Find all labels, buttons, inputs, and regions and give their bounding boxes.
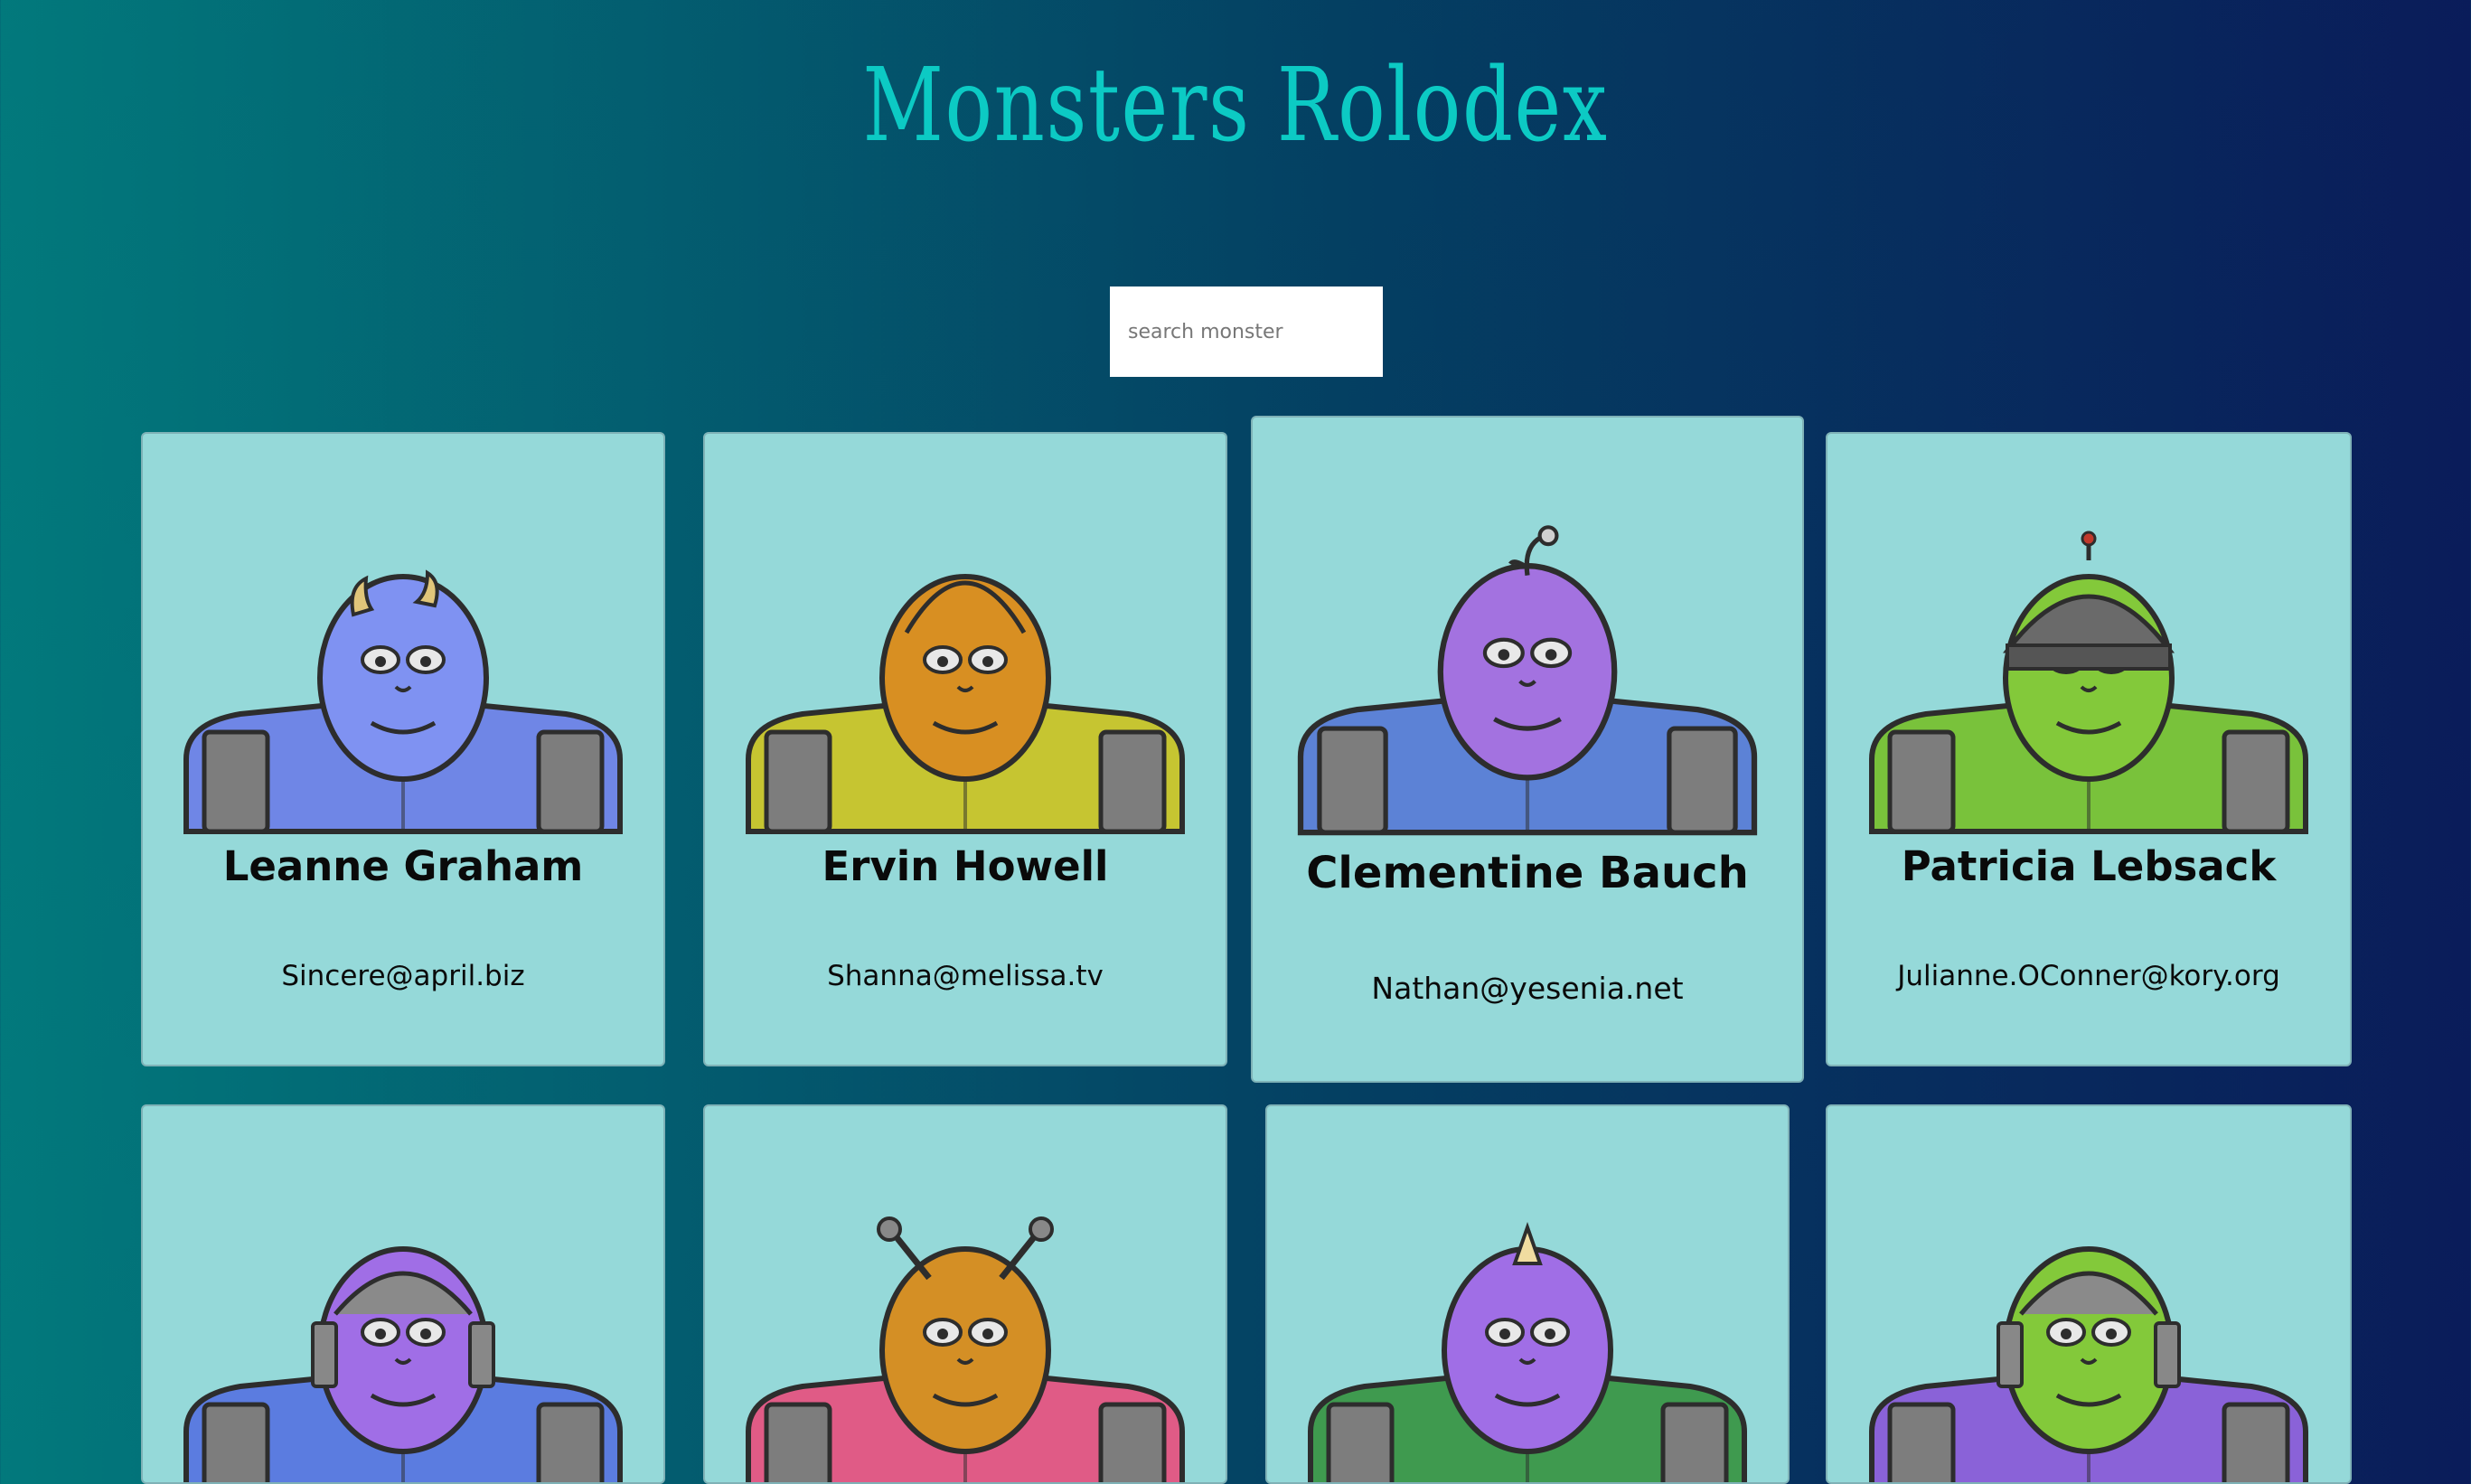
monster-card[interactable]: Ervin Howell Shanna@melissa.tv [703, 432, 1227, 1066]
page-title: Monsters Rolodex [862, 47, 1609, 164]
monster-name: Leanne Graham [222, 842, 584, 890]
monster-name: Patricia Lebsack [1901, 842, 2277, 890]
monster-card[interactable]: Patricia Lebsack Julianne.OConner@kory.o… [1826, 432, 2352, 1066]
monster-image [1869, 531, 2308, 834]
monster-email: Nathan@yesenia.net [1371, 971, 1684, 1006]
monster-email: Shanna@melissa.tv [827, 960, 1104, 992]
monster-image [183, 1246, 623, 1482]
monster-card[interactable] [141, 1104, 665, 1484]
search-input[interactable] [1110, 286, 1383, 377]
monster-card[interactable]: Clementine Bauch Nathan@yesenia.net [1251, 416, 1804, 1083]
monster-name: Ervin Howell [822, 842, 1109, 890]
monster-image [1869, 1246, 2308, 1482]
monster-card[interactable] [1826, 1104, 2352, 1484]
monster-image [1297, 525, 1758, 836]
monster-email: Sincere@april.biz [281, 960, 525, 992]
monster-image [746, 1216, 1185, 1482]
monster-name: Clementine Bauch [1306, 848, 1749, 898]
monster-card[interactable] [1265, 1104, 1790, 1484]
monster-email: Julianne.OConner@kory.org [1897, 960, 2280, 992]
monster-card[interactable]: Leanne Graham Sincere@april.biz [141, 432, 665, 1066]
monster-image [183, 569, 623, 834]
monster-image [1308, 1221, 1747, 1482]
monster-card[interactable] [703, 1104, 1227, 1484]
monster-image [746, 574, 1185, 834]
